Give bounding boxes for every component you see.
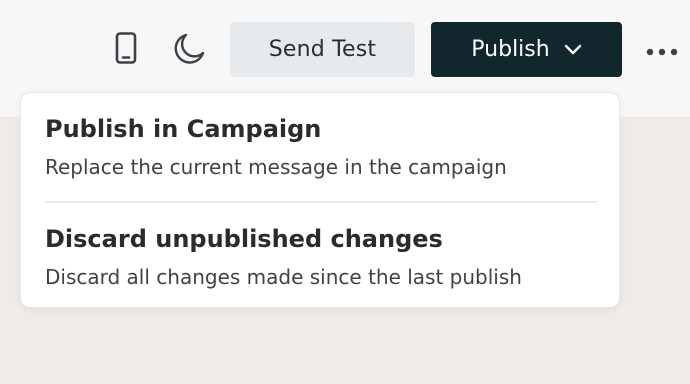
- send-test-button[interactable]: Send Test: [230, 22, 415, 77]
- menu-item-title: Publish in Campaign: [45, 115, 322, 143]
- publish-label: Publish: [471, 37, 550, 62]
- send-test-label: Send Test: [268, 37, 377, 62]
- chevron-down-icon: [564, 37, 582, 62]
- publish-button[interactable]: Publish: [431, 22, 622, 77]
- more-options-button[interactable]: [640, 30, 684, 70]
- crescent-moon-icon: [173, 31, 207, 69]
- dark-mode-toggle[interactable]: [168, 28, 212, 72]
- menu-divider: [45, 201, 597, 203]
- menu-item-discard-changes[interactable]: Discard unpublished changes Discard all …: [21, 213, 619, 299]
- menu-item-description: Replace the current message in the campa…: [45, 155, 507, 179]
- menu-item-title: Discard unpublished changes: [45, 225, 443, 253]
- mobile-preview-button[interactable]: [106, 28, 146, 72]
- more-horizontal-icon: [645, 41, 679, 60]
- mobile-phone-icon: [115, 32, 137, 68]
- menu-item-publish-in-campaign[interactable]: Publish in Campaign Replace the current …: [21, 103, 619, 199]
- menu-item-description: Discard all changes made since the last …: [45, 265, 522, 289]
- publish-dropdown-menu: Publish in Campaign Replace the current …: [20, 92, 620, 308]
